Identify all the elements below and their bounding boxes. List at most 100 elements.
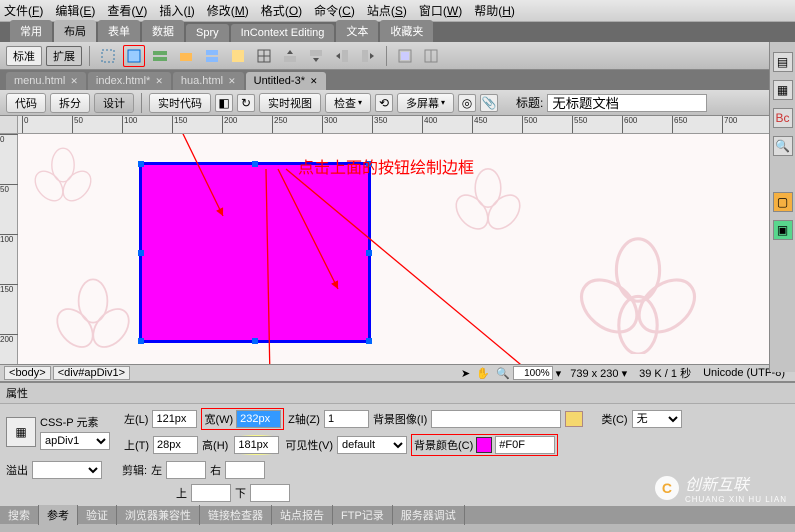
tab-forms[interactable]: 表单 [98, 20, 140, 42]
close-icon[interactable]: ✕ [310, 76, 318, 87]
design-view-button[interactable]: 设计 [94, 93, 134, 113]
btab-link-checker[interactable]: 链接检查器 [200, 505, 272, 525]
assets-panel-icon[interactable]: ▢ [773, 192, 793, 212]
col-left-icon[interactable] [331, 45, 353, 67]
clip-left-input[interactable] [166, 461, 206, 479]
iframe-icon[interactable] [394, 45, 416, 67]
title-input[interactable] [547, 94, 707, 112]
vis-select[interactable]: default [337, 436, 407, 454]
preview-icon[interactable]: ◎ [458, 94, 476, 112]
multiscreen-button[interactable]: 多屏幕▾ [397, 93, 454, 113]
design-canvas[interactable]: 点击上面的按钮绘制边框 [18, 134, 769, 364]
btab-validate[interactable]: 验证 [78, 505, 117, 525]
bgcolor-swatch[interactable] [476, 437, 492, 453]
menu-view[interactable]: 查看(V) [107, 2, 147, 19]
width-input[interactable] [236, 410, 281, 428]
tag-body[interactable]: <body> [4, 366, 51, 380]
browse-folder-icon[interactable] [565, 411, 583, 427]
properties-title[interactable]: 属性 [0, 383, 795, 404]
row-above-icon[interactable] [279, 45, 301, 67]
spry-tabs-icon[interactable] [175, 45, 197, 67]
z-input[interactable] [324, 410, 369, 428]
tab-incontext[interactable]: InContext Editing [231, 24, 335, 42]
menu-format[interactable]: 格式(O) [261, 2, 302, 19]
doctab-menu[interactable]: menu.html✕ [6, 72, 86, 90]
menu-commands[interactable]: 命令(C) [314, 2, 355, 19]
left-input[interactable] [152, 410, 197, 428]
menu-file[interactable]: 文件(F) [4, 2, 43, 19]
browser-nav-icon[interactable]: ⟲ [375, 94, 393, 112]
split-view-button[interactable]: 拆分 [50, 93, 90, 113]
tab-layout[interactable]: 布局 [54, 20, 96, 42]
menu-insert[interactable]: 插入(I) [159, 2, 194, 19]
zoom-dropdown-icon[interactable]: ▾ [553, 367, 565, 380]
snippets-panel-icon[interactable]: ▣ [773, 220, 793, 240]
bgimg-input[interactable] [431, 410, 561, 428]
doctab-hua[interactable]: hua.html✕ [173, 72, 244, 90]
height-input[interactable] [234, 436, 279, 454]
tab-text[interactable]: 文本 [336, 20, 378, 42]
mode-standard-button[interactable]: 标准 [6, 46, 42, 66]
refresh-icon[interactable]: ↻ [237, 94, 255, 112]
btab-browser-compat[interactable]: 浏览器兼容性 [117, 505, 200, 525]
live-view-button[interactable]: 实时视图 [259, 93, 321, 113]
tab-common[interactable]: 常用 [10, 20, 52, 42]
btab-site-reports[interactable]: 站点报告 [272, 505, 333, 525]
menu-edit[interactable]: 编辑(E) [55, 2, 95, 19]
view-toolbar: 代码 拆分 设计 实时代码 ◧ ↻ 实时视图 检查▾ ⟲ 多屏幕▾ ◎ 📎 标题… [0, 90, 795, 116]
btab-search[interactable]: 搜索 [0, 505, 39, 525]
pointer-tool-icon[interactable]: ➤ [458, 367, 473, 380]
overflow-select[interactable] [32, 461, 102, 479]
ap-div-element[interactable] [139, 162, 371, 343]
window-size[interactable]: 739 x 230 ▾ [564, 367, 633, 380]
clip-top-input[interactable] [191, 484, 231, 502]
clip-right-input[interactable] [225, 461, 265, 479]
business-catalyst-icon[interactable]: Bc [773, 108, 793, 128]
doctab-index[interactable]: index.html*✕ [88, 72, 171, 90]
close-icon[interactable]: ✕ [155, 76, 163, 87]
live-code-button[interactable]: 实时代码 [149, 93, 211, 113]
close-icon[interactable]: ✕ [70, 76, 78, 87]
row-below-icon[interactable] [305, 45, 327, 67]
tab-favorites[interactable]: 收藏夹 [380, 20, 433, 42]
btab-server-debug[interactable]: 服务器调试 [393, 505, 465, 525]
top-input[interactable] [153, 436, 198, 454]
close-icon[interactable]: ✕ [228, 76, 236, 87]
menu-site[interactable]: 站点(S) [367, 2, 407, 19]
bgcolor-input[interactable] [495, 436, 555, 454]
draw-apdiv-icon[interactable] [123, 45, 145, 67]
zoom-tool-icon[interactable]: 🔍 [493, 367, 513, 380]
hand-tool-icon[interactable]: ✋ [473, 367, 493, 380]
menu-modify[interactable]: 修改(M) [207, 2, 249, 19]
mode-expand-button[interactable]: 扩展 [46, 46, 82, 66]
ruler-origin[interactable] [0, 116, 18, 134]
menu-help[interactable]: 帮助(H) [474, 2, 515, 19]
code-view-button[interactable]: 代码 [6, 93, 46, 113]
zoom-input[interactable] [513, 366, 553, 380]
col-right-icon[interactable] [357, 45, 379, 67]
table-icon[interactable] [253, 45, 275, 67]
ruler-horizontal[interactable]: 0 50 100 150 200 250 300 350 400 450 500… [18, 116, 795, 134]
btab-ftp-log[interactable]: FTP记录 [333, 505, 393, 525]
spry-accordion-icon[interactable] [201, 45, 223, 67]
tab-spry[interactable]: Spry [186, 24, 229, 42]
ruler-vertical[interactable]: 0 50 100 150 200 [0, 134, 18, 364]
clip-bottom-input[interactable] [250, 484, 290, 502]
address-icon[interactable]: 📎 [480, 94, 498, 112]
spry-collapsible-icon[interactable] [227, 45, 249, 67]
inspect-button[interactable]: 检查▾ [325, 93, 371, 113]
id-select[interactable]: apDiv1 [40, 432, 110, 450]
menu-window[interactable]: 窗口(W) [419, 2, 462, 19]
frames-icon[interactable] [420, 45, 442, 67]
css-panel-icon[interactable]: ▤ [773, 52, 793, 72]
class-select[interactable]: 无 [632, 410, 682, 428]
files-panel-icon[interactable]: 🔍 [773, 136, 793, 156]
spry-menu-icon[interactable] [149, 45, 171, 67]
doctab-untitled3[interactable]: Untitled-3*✕ [246, 72, 326, 90]
tab-data[interactable]: 数据 [142, 20, 184, 42]
ap-elements-panel-icon[interactable]: ▦ [773, 80, 793, 100]
tracking-icon[interactable]: ◧ [215, 94, 233, 112]
tag-apdiv1[interactable]: <div#apDiv1> [53, 366, 130, 380]
btab-reference[interactable]: 参考 [39, 505, 78, 525]
insert-div-icon[interactable] [97, 45, 119, 67]
